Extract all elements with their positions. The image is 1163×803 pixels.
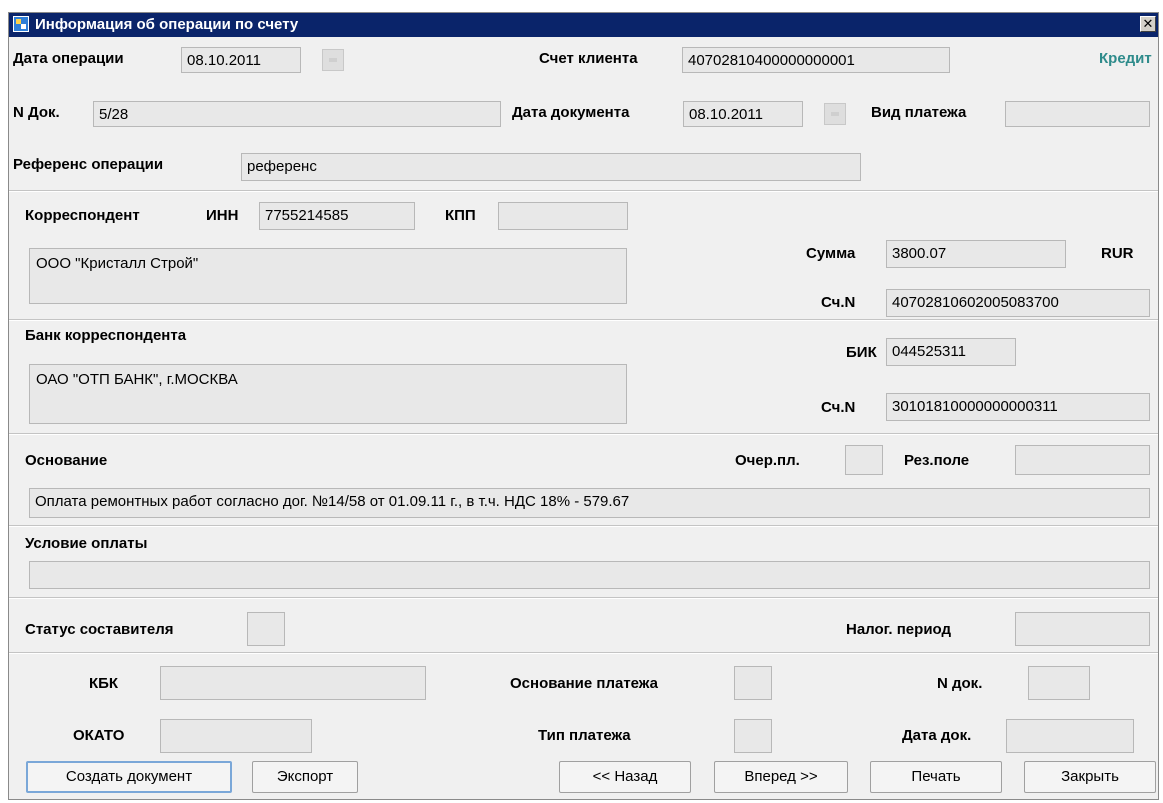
- separator: [9, 597, 1158, 599]
- operation-info-window: Информация об операции по счету ✕ Дата о…: [8, 12, 1159, 800]
- basis-text-field[interactable]: Оплата ремонтных работ согласно дог. №14…: [29, 488, 1150, 518]
- sum-field[interactable]: 3800.07: [886, 240, 1066, 268]
- client-account-field[interactable]: 40702810400000000001: [682, 47, 950, 73]
- correspondent-account-label: Сч.N: [821, 294, 856, 311]
- payment-type-field[interactable]: [734, 719, 772, 753]
- operation-date-label: Дата операции: [13, 50, 124, 67]
- correspondent-account-field[interactable]: 40702810602005083700: [886, 289, 1150, 317]
- tax-period-label: Налог. период: [846, 621, 952, 638]
- okato-label: ОКАТО: [73, 727, 125, 744]
- reserve-field[interactable]: [1015, 445, 1150, 475]
- doc-number-label: N Док.: [13, 104, 60, 121]
- basis-label: Основание: [25, 452, 108, 469]
- payment-kind-label: Вид платежа: [871, 104, 967, 121]
- payment-basis-label: Основание платежа: [510, 675, 658, 692]
- queue-label: Очер.пл.: [735, 452, 800, 469]
- forward-button[interactable]: Вперед >>: [714, 761, 848, 793]
- operation-date-picker-icon[interactable]: [322, 49, 344, 71]
- separator: [9, 525, 1158, 527]
- title-bar: Информация об операции по счету ✕: [9, 13, 1158, 37]
- reserve-field-label: Рез.поле: [904, 452, 970, 469]
- tax-doc-number-label: N док.: [937, 675, 983, 692]
- doc-date-field[interactable]: 08.10.2011: [683, 101, 803, 127]
- close-icon[interactable]: ✕: [1140, 16, 1156, 32]
- bank-name-field[interactable]: ОАО "ОТП БАНК", г.МОСКВА: [29, 364, 627, 424]
- separator: [9, 433, 1158, 435]
- queue-field[interactable]: [845, 445, 883, 475]
- doc-date-label: Дата документа: [512, 104, 630, 121]
- tax-doc-date-label: Дата док.: [902, 727, 972, 744]
- tax-doc-date-field[interactable]: [1006, 719, 1134, 753]
- payment-basis-field[interactable]: [734, 666, 772, 700]
- separator: [9, 190, 1158, 192]
- sum-label: Сумма: [806, 245, 856, 262]
- inn-label: ИНН: [206, 207, 239, 224]
- bik-label: БИК: [846, 344, 877, 361]
- bank-label: Банк корреспондента: [25, 327, 187, 344]
- currency-label: RUR: [1101, 245, 1134, 262]
- inn-field[interactable]: 7755214585: [259, 202, 415, 230]
- doc-date-picker-icon[interactable]: [824, 103, 846, 125]
- compiler-status-label: Статус составителя: [25, 621, 174, 638]
- doc-number-field[interactable]: 5/28: [93, 101, 501, 127]
- app-icon: [13, 16, 29, 32]
- back-button[interactable]: << Назад: [559, 761, 691, 793]
- window-title: Информация об операции по счету: [35, 16, 299, 33]
- correspondent-name-field[interactable]: ООО "Кристалл Строй": [29, 248, 627, 304]
- direction-indicator: Кредит: [1099, 50, 1152, 67]
- kbk-label: КБК: [89, 675, 119, 692]
- client-account-label: Счет клиента: [539, 50, 638, 67]
- reference-field[interactable]: референс: [241, 153, 861, 181]
- payment-terms-label: Условие оплаты: [25, 535, 148, 552]
- payment-kind-field[interactable]: [1005, 101, 1150, 127]
- okato-field[interactable]: [160, 719, 312, 753]
- compiler-status-field[interactable]: [247, 612, 285, 646]
- correspondent-label: Корреспондент: [25, 207, 140, 224]
- bank-account-field[interactable]: 30101810000000000311: [886, 393, 1150, 421]
- payment-type-label: Тип платежа: [538, 727, 631, 744]
- tax-doc-number-field[interactable]: [1028, 666, 1090, 700]
- kpp-label: КПП: [445, 207, 476, 224]
- kbk-field[interactable]: [160, 666, 426, 700]
- create-document-button[interactable]: Создать документ: [26, 761, 232, 793]
- bank-account-label: Сч.N: [821, 399, 856, 416]
- tax-period-field[interactable]: [1015, 612, 1150, 646]
- separator: [9, 652, 1158, 654]
- print-button[interactable]: Печать: [870, 761, 1002, 793]
- bik-field[interactable]: 044525311: [886, 338, 1016, 366]
- separator: [9, 319, 1158, 321]
- operation-date-field[interactable]: 08.10.2011: [181, 47, 301, 73]
- export-button[interactable]: Экспорт: [252, 761, 358, 793]
- reference-label: Референс операции: [13, 156, 164, 173]
- close-button[interactable]: Закрыть: [1024, 761, 1156, 793]
- payment-terms-field[interactable]: [29, 561, 1150, 589]
- kpp-field[interactable]: [498, 202, 628, 230]
